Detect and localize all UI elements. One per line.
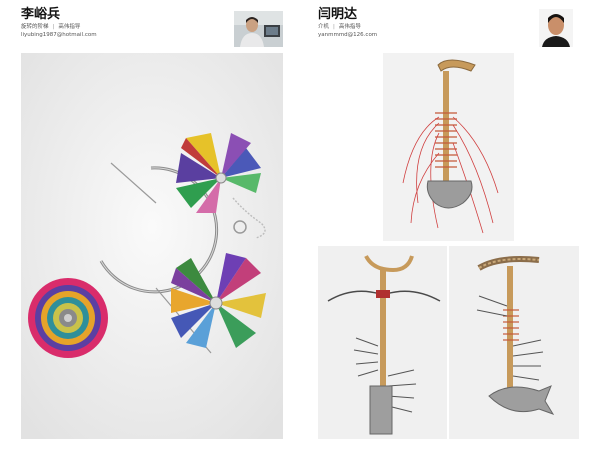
- designer-1-name: 李峪兵: [21, 7, 61, 22]
- designer-2-name: 闫明达: [318, 7, 358, 22]
- artwork-photo-instrument-1: [383, 53, 514, 241]
- designer-1-advisor: 高伟指导: [58, 24, 81, 30]
- artwork-photo-instrument-2: [318, 246, 447, 439]
- artwork-photo-rotating-ladder: [21, 53, 283, 439]
- designer-2-subtitle: 介机 | 高伟指导: [318, 24, 361, 31]
- designer-2-header: 闫明达 介机 | 高伟指导 yanmmmd@126.com: [318, 8, 518, 44]
- designer-1-work-title: 旋转的阶梯: [21, 24, 49, 30]
- divider: |: [52, 24, 55, 30]
- designer-2-advisor: 高伟指导: [338, 24, 361, 30]
- divider: |: [333, 24, 335, 30]
- artwork-photo-instrument-3: [449, 246, 579, 439]
- designer-1-avatar: [234, 11, 283, 47]
- designer-1-email[interactable]: liyubing1987@hotmail.com: [21, 32, 97, 39]
- designer-1-subtitle: 旋转的阶梯 | 高伟指导: [21, 24, 80, 31]
- designer-2-avatar: [539, 9, 573, 47]
- designer-2-work-title: 介机: [318, 24, 330, 30]
- woven-disc: [28, 278, 108, 358]
- designer-2-email[interactable]: yanmmmd@126.com: [318, 32, 377, 39]
